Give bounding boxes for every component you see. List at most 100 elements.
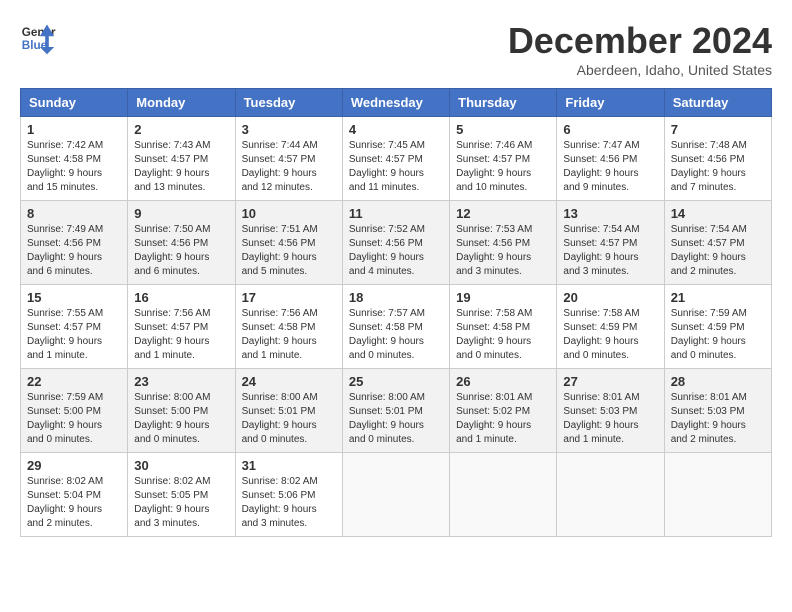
day-number: 15	[27, 290, 121, 305]
calendar-cell: 25 Sunrise: 8:00 AM Sunset: 5:01 PM Dayl…	[342, 369, 449, 453]
calendar-cell: 7 Sunrise: 7:48 AM Sunset: 4:56 PM Dayli…	[664, 117, 771, 201]
calendar-cell: 3 Sunrise: 7:44 AM Sunset: 4:57 PM Dayli…	[235, 117, 342, 201]
calendar-cell: 22 Sunrise: 7:59 AM Sunset: 5:00 PM Dayl…	[21, 369, 128, 453]
calendar-cell: 15 Sunrise: 7:55 AM Sunset: 4:57 PM Dayl…	[21, 285, 128, 369]
day-number: 5	[456, 122, 550, 137]
calendar-cell	[342, 453, 449, 537]
calendar-cell: 14 Sunrise: 7:54 AM Sunset: 4:57 PM Dayl…	[664, 201, 771, 285]
calendar-cell: 24 Sunrise: 8:00 AM Sunset: 5:01 PM Dayl…	[235, 369, 342, 453]
day-info: Sunrise: 7:59 AM Sunset: 5:00 PM Dayligh…	[27, 391, 121, 447]
calendar-cell: 10 Sunrise: 7:51 AM Sunset: 4:56 PM Dayl…	[235, 201, 342, 285]
day-number: 27	[563, 374, 657, 389]
day-number: 22	[27, 374, 121, 389]
calendar-cell: 12 Sunrise: 7:53 AM Sunset: 4:56 PM Dayl…	[450, 201, 557, 285]
day-info: Sunrise: 7:54 AM Sunset: 4:57 PM Dayligh…	[671, 223, 765, 279]
calendar-cell: 21 Sunrise: 7:59 AM Sunset: 4:59 PM Dayl…	[664, 285, 771, 369]
page-title: December 2024	[508, 20, 772, 62]
day-info: Sunrise: 8:00 AM Sunset: 5:01 PM Dayligh…	[242, 391, 336, 447]
col-sunday: Sunday	[21, 89, 128, 117]
calendar-cell: 28 Sunrise: 8:01 AM Sunset: 5:03 PM Dayl…	[664, 369, 771, 453]
day-info: Sunrise: 7:48 AM Sunset: 4:56 PM Dayligh…	[671, 139, 765, 195]
day-number: 31	[242, 458, 336, 473]
calendar-cell: 17 Sunrise: 7:56 AM Sunset: 4:58 PM Dayl…	[235, 285, 342, 369]
calendar-cell: 5 Sunrise: 7:46 AM Sunset: 4:57 PM Dayli…	[450, 117, 557, 201]
calendar-cell	[557, 453, 664, 537]
day-info: Sunrise: 7:55 AM Sunset: 4:57 PM Dayligh…	[27, 307, 121, 363]
day-info: Sunrise: 8:02 AM Sunset: 5:06 PM Dayligh…	[242, 475, 336, 531]
day-info: Sunrise: 7:47 AM Sunset: 4:56 PM Dayligh…	[563, 139, 657, 195]
day-number: 9	[134, 206, 228, 221]
day-number: 11	[349, 206, 443, 221]
day-number: 1	[27, 122, 121, 137]
day-info: Sunrise: 7:43 AM Sunset: 4:57 PM Dayligh…	[134, 139, 228, 195]
week-row-5: 29 Sunrise: 8:02 AM Sunset: 5:04 PM Dayl…	[21, 453, 772, 537]
day-number: 17	[242, 290, 336, 305]
day-info: Sunrise: 7:56 AM Sunset: 4:58 PM Dayligh…	[242, 307, 336, 363]
day-info: Sunrise: 8:01 AM Sunset: 5:03 PM Dayligh…	[671, 391, 765, 447]
col-tuesday: Tuesday	[235, 89, 342, 117]
day-info: Sunrise: 8:02 AM Sunset: 5:04 PM Dayligh…	[27, 475, 121, 531]
calendar-cell: 4 Sunrise: 7:45 AM Sunset: 4:57 PM Dayli…	[342, 117, 449, 201]
calendar-cell: 1 Sunrise: 7:42 AM Sunset: 4:58 PM Dayli…	[21, 117, 128, 201]
calendar-cell: 13 Sunrise: 7:54 AM Sunset: 4:57 PM Dayl…	[557, 201, 664, 285]
day-info: Sunrise: 7:50 AM Sunset: 4:56 PM Dayligh…	[134, 223, 228, 279]
calendar-cell: 29 Sunrise: 8:02 AM Sunset: 5:04 PM Dayl…	[21, 453, 128, 537]
page-subtitle: Aberdeen, Idaho, United States	[508, 62, 772, 78]
day-number: 21	[671, 290, 765, 305]
day-info: Sunrise: 8:00 AM Sunset: 5:00 PM Dayligh…	[134, 391, 228, 447]
day-number: 14	[671, 206, 765, 221]
day-info: Sunrise: 7:59 AM Sunset: 4:59 PM Dayligh…	[671, 307, 765, 363]
day-number: 6	[563, 122, 657, 137]
title-block: December 2024 Aberdeen, Idaho, United St…	[508, 20, 772, 78]
col-wednesday: Wednesday	[342, 89, 449, 117]
week-row-1: 1 Sunrise: 7:42 AM Sunset: 4:58 PM Dayli…	[21, 117, 772, 201]
page-header: General Blue December 2024 Aberdeen, Ida…	[20, 20, 772, 78]
day-info: Sunrise: 7:56 AM Sunset: 4:57 PM Dayligh…	[134, 307, 228, 363]
calendar-cell: 9 Sunrise: 7:50 AM Sunset: 4:56 PM Dayli…	[128, 201, 235, 285]
day-info: Sunrise: 7:58 AM Sunset: 4:59 PM Dayligh…	[563, 307, 657, 363]
calendar-table: Sunday Monday Tuesday Wednesday Thursday…	[20, 88, 772, 537]
calendar-header-row: Sunday Monday Tuesday Wednesday Thursday…	[21, 89, 772, 117]
day-number: 10	[242, 206, 336, 221]
logo-icon: General Blue	[20, 20, 56, 56]
week-row-2: 8 Sunrise: 7:49 AM Sunset: 4:56 PM Dayli…	[21, 201, 772, 285]
day-number: 28	[671, 374, 765, 389]
day-number: 13	[563, 206, 657, 221]
calendar-cell: 30 Sunrise: 8:02 AM Sunset: 5:05 PM Dayl…	[128, 453, 235, 537]
day-number: 23	[134, 374, 228, 389]
day-number: 3	[242, 122, 336, 137]
col-friday: Friday	[557, 89, 664, 117]
day-info: Sunrise: 7:57 AM Sunset: 4:58 PM Dayligh…	[349, 307, 443, 363]
col-saturday: Saturday	[664, 89, 771, 117]
calendar-cell: 11 Sunrise: 7:52 AM Sunset: 4:56 PM Dayl…	[342, 201, 449, 285]
calendar-cell	[664, 453, 771, 537]
day-info: Sunrise: 7:51 AM Sunset: 4:56 PM Dayligh…	[242, 223, 336, 279]
calendar-cell: 2 Sunrise: 7:43 AM Sunset: 4:57 PM Dayli…	[128, 117, 235, 201]
day-number: 4	[349, 122, 443, 137]
calendar-cell	[450, 453, 557, 537]
calendar-cell: 18 Sunrise: 7:57 AM Sunset: 4:58 PM Dayl…	[342, 285, 449, 369]
day-number: 8	[27, 206, 121, 221]
day-number: 18	[349, 290, 443, 305]
calendar-cell: 27 Sunrise: 8:01 AM Sunset: 5:03 PM Dayl…	[557, 369, 664, 453]
day-number: 26	[456, 374, 550, 389]
calendar-cell: 6 Sunrise: 7:47 AM Sunset: 4:56 PM Dayli…	[557, 117, 664, 201]
day-info: Sunrise: 7:45 AM Sunset: 4:57 PM Dayligh…	[349, 139, 443, 195]
col-thursday: Thursday	[450, 89, 557, 117]
day-info: Sunrise: 7:54 AM Sunset: 4:57 PM Dayligh…	[563, 223, 657, 279]
calendar-cell: 31 Sunrise: 8:02 AM Sunset: 5:06 PM Dayl…	[235, 453, 342, 537]
day-number: 30	[134, 458, 228, 473]
day-number: 16	[134, 290, 228, 305]
day-number: 25	[349, 374, 443, 389]
day-number: 29	[27, 458, 121, 473]
day-number: 20	[563, 290, 657, 305]
day-number: 24	[242, 374, 336, 389]
day-number: 12	[456, 206, 550, 221]
day-info: Sunrise: 7:53 AM Sunset: 4:56 PM Dayligh…	[456, 223, 550, 279]
day-info: Sunrise: 8:00 AM Sunset: 5:01 PM Dayligh…	[349, 391, 443, 447]
day-number: 7	[671, 122, 765, 137]
day-info: Sunrise: 8:01 AM Sunset: 5:02 PM Dayligh…	[456, 391, 550, 447]
day-info: Sunrise: 7:49 AM Sunset: 4:56 PM Dayligh…	[27, 223, 121, 279]
col-monday: Monday	[128, 89, 235, 117]
day-number: 19	[456, 290, 550, 305]
